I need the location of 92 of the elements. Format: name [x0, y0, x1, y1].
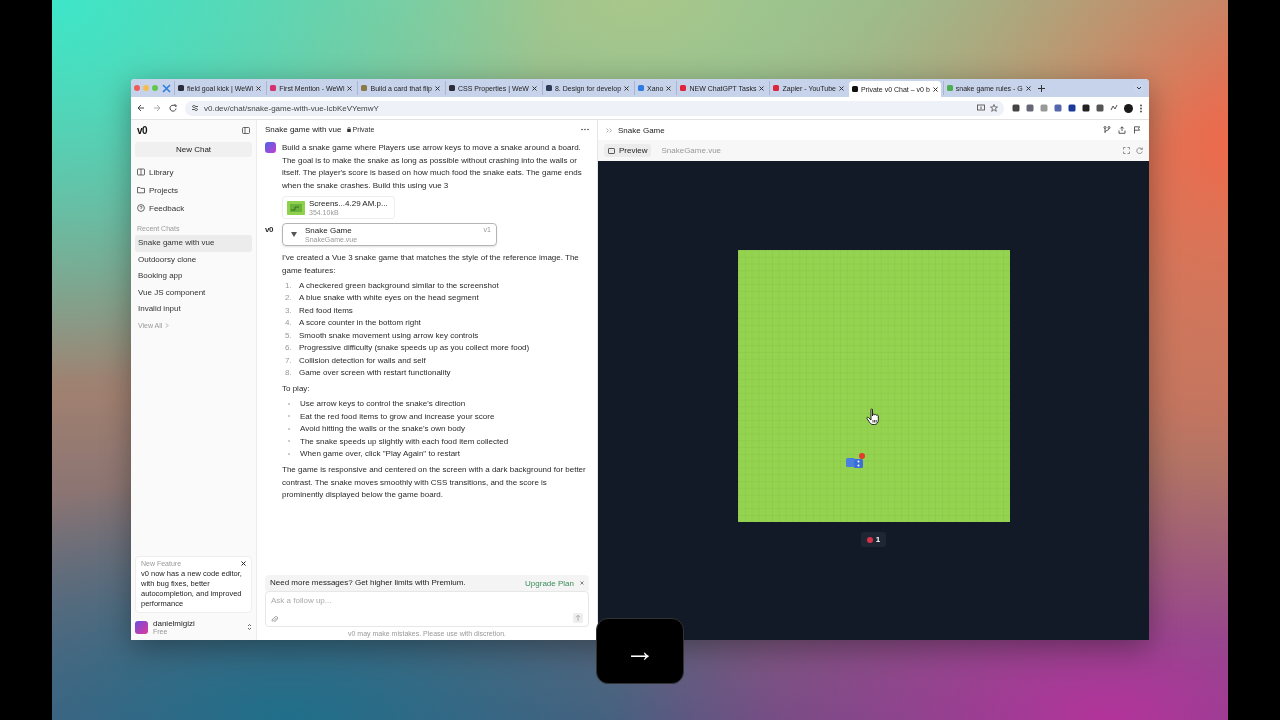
list-number: 1. [285, 280, 293, 290]
url-text: v0.dev/chat/snake-game-with-vue-IcbKeVYemwY [204, 103, 379, 113]
upgrade-link[interactable]: Upgrade Plan [525, 578, 574, 588]
help-icon [137, 204, 145, 212]
nav-item[interactable]: Library [135, 163, 252, 181]
close-icon[interactable] [256, 85, 262, 91]
list-item-text: A checkered green background similar to the screenshot [299, 280, 499, 290]
close-icon[interactable] [838, 85, 844, 91]
more-icon[interactable] [581, 128, 589, 131]
list-item-text: A blue snake with white eyes on the head segment [299, 293, 479, 303]
list-number: 4. [285, 318, 293, 328]
back-icon[interactable] [137, 104, 145, 112]
close-icon[interactable] [241, 561, 246, 566]
address-field[interactable]: v0.dev/chat/snake-game-with-vue-IcbKeVYemwY [185, 100, 1004, 116]
key-press-overlay: → [596, 618, 684, 684]
nav-item[interactable]: Projects [135, 181, 252, 199]
list-item-text: Collision detection for walls and self [299, 355, 426, 365]
list-item-text: Progressive difficulty (snake speeds up as you collect more food) [299, 343, 530, 353]
image-thumbnail [287, 200, 305, 215]
install-icon[interactable] [977, 104, 985, 112]
folder-icon [137, 186, 145, 194]
window-icon [608, 147, 615, 154]
close-icon[interactable] [1025, 85, 1031, 91]
attachment-name: Screens...4.29 AM.p... [309, 199, 388, 208]
user-avatar [265, 142, 276, 153]
reload-icon[interactable] [169, 104, 177, 112]
recent-chat-item[interactable]: Booking app [135, 268, 252, 285]
fork-icon[interactable] [1103, 126, 1111, 134]
list-item-text: Smooth snake movement using arrow key controls [299, 330, 479, 340]
recent-chat-item[interactable]: Outdoorsy clone [135, 251, 252, 268]
user-avatar [135, 620, 148, 634]
message-field[interactable]: Ask a follow up... [265, 591, 589, 627]
share-icon[interactable] [1118, 126, 1126, 134]
lock-icon [346, 127, 351, 132]
list-number: 2. [285, 293, 293, 303]
banner-text: Need more messages? Get higher limits with Premium. [270, 578, 467, 588]
caret-down-icon [291, 232, 297, 237]
preview-title: Snake Game [618, 125, 665, 135]
artifact-title: Snake Game [305, 226, 353, 235]
expand-icon[interactable] [247, 623, 252, 631]
snake-drawing [845, 457, 864, 469]
message-text: The game is responsive and centered on the screen with a dark background for better contrast. The snake moves smoothly with CSS transitions, and the score is prominently displayed below the game board. [282, 464, 587, 501]
plus-icon[interactable] [1037, 84, 1045, 92]
close-icon[interactable] [347, 85, 353, 91]
hand-cursor-icon [865, 408, 882, 426]
list-item-text: Use arrow keys to control the snake's direction [300, 399, 466, 409]
score-dot-icon [866, 536, 873, 543]
preview-tab[interactable]: Preview [604, 144, 652, 157]
close-icon[interactable] [759, 85, 765, 91]
food-item [858, 453, 865, 459]
close-icon[interactable] [434, 85, 440, 91]
new-chat-button[interactable]: New Chat [135, 142, 252, 157]
list-number: 7. [285, 355, 293, 365]
nav-item[interactable]: Feedback [135, 199, 252, 217]
chat-title: Snake game with vue [265, 125, 342, 134]
list-number: 5. [285, 330, 293, 340]
list-number: 8. [285, 368, 293, 378]
text-input[interactable]: Ask a follow up... [271, 595, 583, 606]
more-icon[interactable] [1139, 103, 1143, 113]
list-item-text: The snake speeds up slightly with each food item collected [300, 436, 509, 446]
list-item-text: Red food items [299, 305, 353, 315]
score-counter: 1 [860, 532, 887, 547]
message-text: Build a snake game where Players use arrow keys to move a snake around a board. The goal is to make the snake as long as possible without crashing into the walls or itself. The player's score is based on how much food the snake eats. The game ends when the snake crashes. Build this using vue 3 [282, 142, 583, 192]
recent-chat-item[interactable]: Invalid input [135, 301, 252, 318]
attach-icon[interactable] [271, 616, 278, 623]
list-number: 3. [285, 305, 293, 315]
tab-group-icon[interactable] [162, 83, 171, 93]
star-icon[interactable] [990, 104, 998, 112]
message-text: I've created a Vue 3 snake game that matches the style of the reference image. The game features: [282, 252, 580, 277]
list-item-text: A score counter in the bottom right [299, 318, 421, 328]
logo: v0 [137, 124, 148, 136]
fullscreen-icon[interactable] [1123, 147, 1130, 154]
recent-chat-item[interactable]: Vue JS component [135, 284, 252, 301]
sidebar-toggle-icon[interactable] [242, 126, 250, 134]
list-item-text: When game over, click "Play Again" to restart [300, 449, 460, 459]
user-name: danielmigizi [153, 619, 196, 628]
close-icon[interactable] [531, 85, 537, 91]
profile-avatar-icon[interactable] [1124, 103, 1133, 113]
list-number: 6. [285, 343, 293, 353]
close-icon[interactable] [666, 85, 672, 91]
close-icon[interactable] [624, 85, 630, 91]
chevron-right-icon [165, 322, 170, 328]
site-settings-icon[interactable] [191, 104, 199, 112]
flag-icon[interactable] [1133, 126, 1141, 134]
book-icon [137, 168, 145, 176]
list-item-text: Avoid hitting the walls or the snake's own body [300, 424, 466, 434]
list-item-text: Game over screen with restart functionality [299, 368, 451, 378]
recent-chat-item[interactable]: Snake game with vue [135, 235, 252, 252]
assistant-logo: v0 [265, 225, 275, 236]
list-item-text: Eat the red food items to grow and increase your score [300, 411, 495, 421]
message-text: To play: [282, 383, 311, 395]
close-icon[interactable] [932, 86, 938, 92]
